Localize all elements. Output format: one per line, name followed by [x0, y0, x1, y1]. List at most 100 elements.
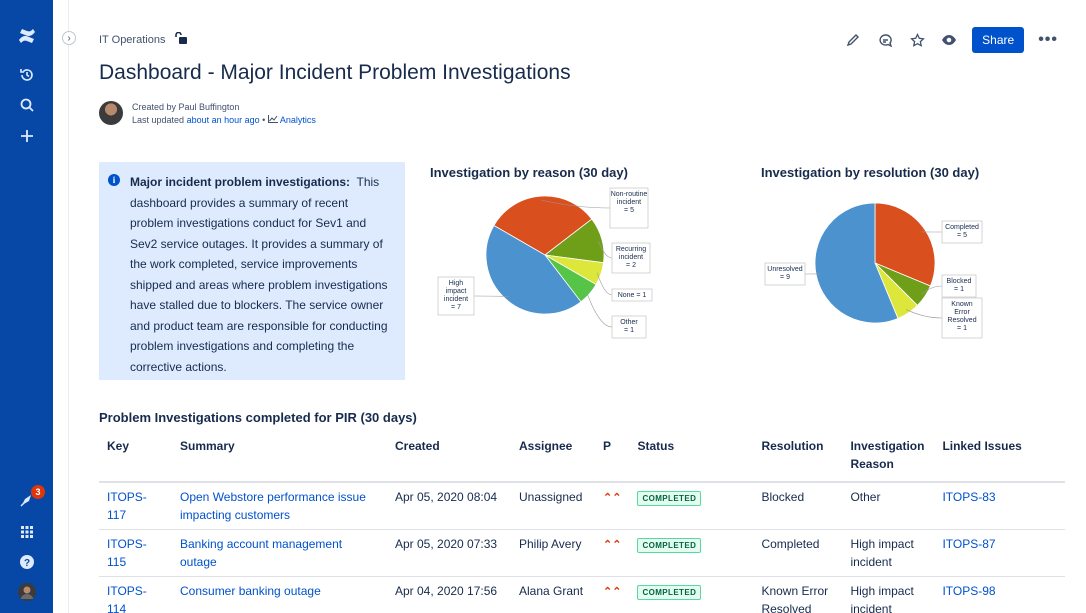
table-cell: Banking account management outage	[172, 529, 387, 577]
table-cell: ⌃⌃	[595, 576, 630, 613]
author-avatar[interactable]	[99, 101, 123, 125]
table-cell: ITOPS-98	[934, 576, 1065, 613]
expand-sidebar-button[interactable]: ›	[62, 31, 76, 45]
info-panel: i Major incident problem investigations:…	[99, 162, 405, 380]
confluence-logo-icon[interactable]	[13, 22, 41, 50]
notification-badge: 3	[31, 485, 45, 499]
col-assignee[interactable]: Assignee	[511, 430, 595, 483]
investigation-reason-text: High impact incident	[850, 537, 914, 569]
resolution-text: Known Error Resolved	[761, 584, 829, 613]
assignee-name: Alana Grant	[519, 584, 584, 598]
table-header-row: Key Summary Created Assignee P Status Re…	[99, 430, 1065, 483]
linked-issue-link[interactable]: ITOPS-98	[942, 584, 995, 598]
watch-eye-icon[interactable]	[940, 31, 958, 49]
help-icon[interactable]: ?	[13, 548, 41, 576]
table-cell: Known Error Resolved	[753, 576, 843, 613]
info-panel-text: Major incident problem investigations: T…	[130, 172, 393, 377]
col-created[interactable]: Created	[387, 430, 511, 483]
issue-summary-link[interactable]: Consumer banking outage	[180, 584, 321, 598]
more-actions-button[interactable]: •••	[1038, 31, 1058, 49]
comment-icon[interactable]	[876, 31, 894, 49]
issue-key-link[interactable]: ITOPS-114	[107, 584, 147, 613]
table-row[interactable]: ITOPS-114 Consumer banking outage Apr 04, …	[99, 576, 1065, 613]
table-row[interactable]: ITOPS-115 Banking account management outa…	[99, 529, 1065, 577]
issue-key-link[interactable]: ITOPS-115	[107, 537, 147, 569]
table-cell: COMPLETED	[629, 482, 754, 530]
create-icon[interactable]	[13, 122, 41, 150]
global-nav: 3 ?	[0, 0, 53, 613]
table-cell: ITOPS-115	[99, 529, 172, 577]
issues-table: Key Summary Created Assignee P Status Re…	[99, 430, 1065, 613]
page-toolbar: Share •••	[844, 27, 1058, 53]
last-updated-label: Last updated	[132, 115, 185, 125]
col-status[interactable]: Status	[629, 430, 754, 483]
info-icon: i	[108, 174, 120, 186]
breadcrumb: IT Operations	[99, 31, 188, 47]
chart-resolution-pie: Completed = 5Blocked = 1Known Error Resolved…	[764, 202, 983, 339]
priority-highest-icon: ⌃⌃	[603, 586, 622, 598]
edit-pencil-icon[interactable]	[844, 31, 862, 49]
status-lozenge: COMPLETED	[637, 491, 702, 506]
table-cell: Consumer banking outage	[172, 576, 387, 613]
status-lozenge: COMPLETED	[637, 585, 702, 600]
search-icon[interactable]	[13, 91, 41, 119]
issue-summary-link[interactable]: Open Webstore performance issue impactin…	[180, 490, 366, 522]
page-title: Dashboard - Major Incident Problem Inves…	[99, 61, 571, 84]
assignee-name: Philip Avery	[519, 537, 582, 551]
table-cell: COMPLETED	[629, 576, 754, 613]
table-cell: ⌃⌃	[595, 529, 630, 577]
byline-separator: •	[262, 115, 266, 125]
table-cell: ITOPS-83	[934, 482, 1065, 530]
table-cell: Unassigned	[511, 482, 595, 530]
sidebar-divider	[53, 0, 69, 613]
last-updated-link[interactable]: about an hour ago	[187, 115, 260, 125]
table-cell: Completed	[753, 529, 843, 577]
issue-summary-link[interactable]: Banking account management outage	[180, 537, 342, 569]
col-priority[interactable]: P	[595, 430, 630, 483]
col-investigation-reason[interactable]: Investigation Reason	[842, 430, 935, 483]
pie-leader-line	[586, 291, 613, 328]
col-linked-issues[interactable]: Linked Issues	[934, 430, 1065, 483]
investigation-reason-text: High impact incident	[850, 584, 914, 613]
table-cell: ITOPS-87	[934, 529, 1065, 577]
status-lozenge: COMPLETED	[637, 538, 702, 553]
svg-text:?: ?	[24, 558, 30, 569]
chart-resolution-title: Investigation by resolution (30 day)	[761, 165, 980, 180]
issue-key-link[interactable]: ITOPS-117	[107, 490, 147, 522]
table-cell: Philip Avery	[511, 529, 595, 577]
investigation-reason-text: Other	[850, 490, 881, 504]
col-summary[interactable]: Summary	[172, 430, 387, 483]
created-date: Apr 04, 2020 17:56	[395, 584, 498, 598]
analytics-link[interactable]: Analytics	[280, 115, 316, 125]
table-cell: Apr 05, 2020 08:04	[387, 482, 511, 530]
breadcrumb-space-link[interactable]: IT Operations	[99, 34, 165, 46]
created-by-text: Created by Paul Buffington	[132, 102, 240, 112]
share-button[interactable]: Share	[972, 27, 1025, 53]
star-icon[interactable]	[908, 31, 926, 49]
table-row[interactable]: ITOPS-117 Open Webstore performance issue…	[99, 482, 1065, 530]
col-key[interactable]: Key	[99, 430, 172, 483]
table-cell: Blocked	[753, 482, 843, 530]
chart-reason-title: Investigation by reason (30 day)	[430, 165, 628, 180]
info-panel-heading: Major incident problem investigations:	[130, 175, 351, 189]
unlock-icon[interactable]	[175, 31, 188, 47]
resolution-text: Blocked	[761, 490, 805, 504]
recent-icon[interactable]	[13, 61, 41, 89]
assignee-name: Unassigned	[519, 490, 583, 504]
linked-issue-link[interactable]: ITOPS-87	[942, 537, 995, 551]
pie-label: None = 1	[618, 292, 647, 299]
table-cell: Alana Grant	[511, 576, 595, 613]
col-resolution[interactable]: Resolution	[753, 430, 843, 483]
linked-issue-link[interactable]: ITOPS-83	[942, 490, 995, 504]
info-panel-body: This dashboard provides a summary of rec…	[130, 175, 388, 374]
app-switcher-icon[interactable]	[13, 518, 41, 546]
page-byline: Created by Paul Buffington Last updated …	[99, 101, 316, 127]
table-cell: High impact incident	[842, 576, 935, 613]
created-date: Apr 05, 2020 08:04	[395, 490, 498, 504]
table-cell: ITOPS-114	[99, 576, 172, 613]
created-date: Apr 05, 2020 07:33	[395, 537, 498, 551]
analytics-icon[interactable]	[267, 115, 280, 125]
chart-reason-pie: Non-routine incident = 5Recurring incident =…	[437, 187, 653, 339]
profile-avatar[interactable]	[13, 578, 41, 606]
table-cell: ITOPS-117	[99, 482, 172, 530]
